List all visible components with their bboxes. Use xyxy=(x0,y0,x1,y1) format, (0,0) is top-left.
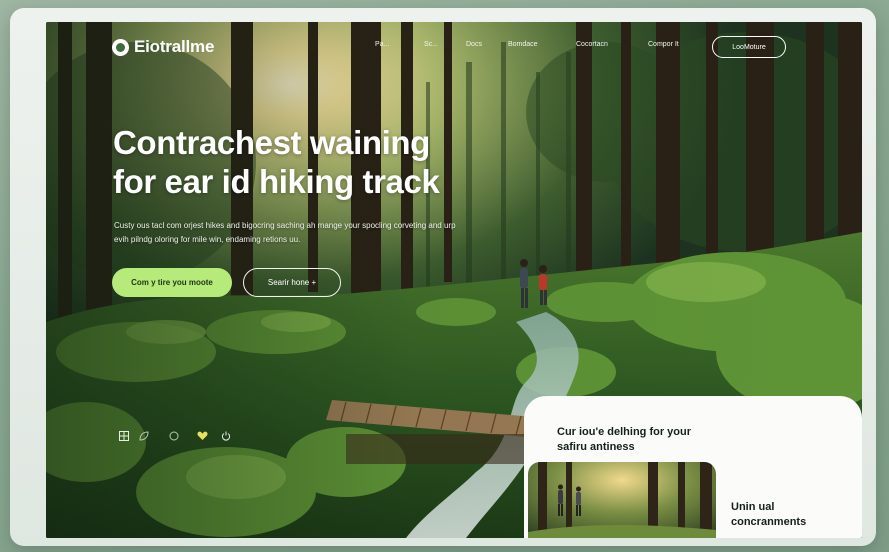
brand-name: Eiotrallme xyxy=(134,37,215,56)
card-title: Cur iou'e delhing for your safiru antine… xyxy=(557,426,692,453)
nav-link-cocortacn[interactable]: Cocortacn xyxy=(576,41,608,48)
brand-logo[interactable]: Eiotrallme xyxy=(112,37,214,57)
nav-cta-button[interactable]: LooMoture xyxy=(712,36,786,58)
heart-icon[interactable] xyxy=(196,430,208,442)
grid-icon[interactable] xyxy=(118,430,130,442)
hero-description: Custy ous tacl com orjest hikes and bigo… xyxy=(114,221,456,244)
secondary-cta-button[interactable]: Searir hone + xyxy=(243,268,341,297)
card-hikers-image xyxy=(528,462,716,538)
paw-icon xyxy=(112,38,129,56)
nav-link-bomdace[interactable]: Bomdace xyxy=(508,41,538,48)
top-navigation: Eiotrallme Pa... Sc... Docs Bomdace Coco… xyxy=(46,22,862,74)
feature-card[interactable]: Cur iou'e delhing for your safiru antine… xyxy=(524,396,862,538)
web-page: Eiotrallme Pa... Sc... Docs Bomdace Coco… xyxy=(46,22,862,538)
primary-cta-button[interactable]: Com y tire you moote xyxy=(112,268,232,297)
power-icon[interactable] xyxy=(220,430,232,442)
hero-title: Contrachest waining for ear id hiking tr… xyxy=(113,123,533,201)
nav-link-1[interactable]: Pa... xyxy=(375,41,389,48)
nav-link-docs[interactable]: Docs xyxy=(466,41,482,48)
nav-link-2[interactable]: Sc... xyxy=(424,41,438,48)
circle-icon[interactable] xyxy=(168,430,180,442)
leaf-icon[interactable] xyxy=(138,430,150,442)
nav-link-compor-it[interactable]: Compor It xyxy=(648,41,679,48)
hero-title-line-1: Contrachest waining xyxy=(113,124,430,161)
hero-title-line-2: for ear id hiking track xyxy=(113,163,440,200)
card-subtitle: Unin ual concranments xyxy=(731,501,807,528)
